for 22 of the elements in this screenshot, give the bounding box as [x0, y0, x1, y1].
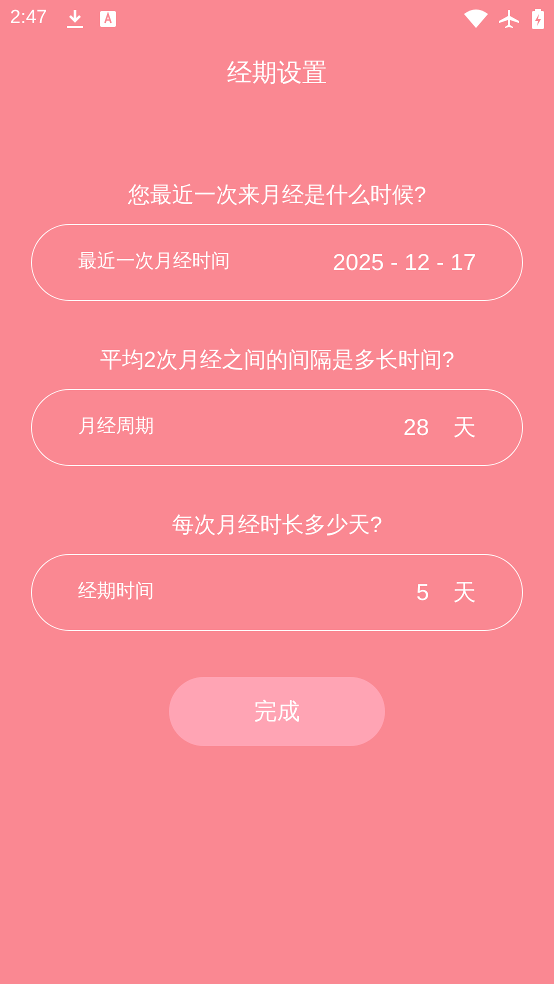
setting-field[interactable]: 月经周期 28 天 [31, 389, 523, 466]
done-button[interactable]: 完成 [169, 677, 385, 746]
field-value: 5 [416, 578, 429, 608]
battery-charging-icon [532, 8, 544, 28]
field-value: 2025 - 12 - 17 [332, 248, 476, 278]
setting-field[interactable]: 经期时间 5 天 [31, 554, 523, 631]
download-icon [66, 8, 84, 28]
question-text: 每次月经时长多少天? [172, 511, 382, 539]
wifi-icon [464, 9, 488, 28]
question-text: 您最近一次来月经是什么时候? [128, 181, 426, 209]
airplane-icon [498, 8, 520, 28]
setting-field[interactable]: 最近一次月经时间 2025 - 12 - 17 [31, 224, 523, 301]
field-label: 最近一次月经时间 [78, 250, 230, 274]
page-title: 经期设置 [227, 58, 327, 89]
status-time: 2:47 [10, 6, 47, 30]
question-text: 平均2次月经之间的间隔是多长时间? [100, 346, 454, 374]
field-label: 月经周期 [78, 415, 154, 440]
unit-label: 天 [453, 413, 476, 442]
keyboard-app-icon [100, 10, 116, 26]
field-label: 经期时间 [78, 580, 154, 604]
unit-label: 天 [453, 578, 476, 608]
field-value: 28 [403, 413, 429, 442]
